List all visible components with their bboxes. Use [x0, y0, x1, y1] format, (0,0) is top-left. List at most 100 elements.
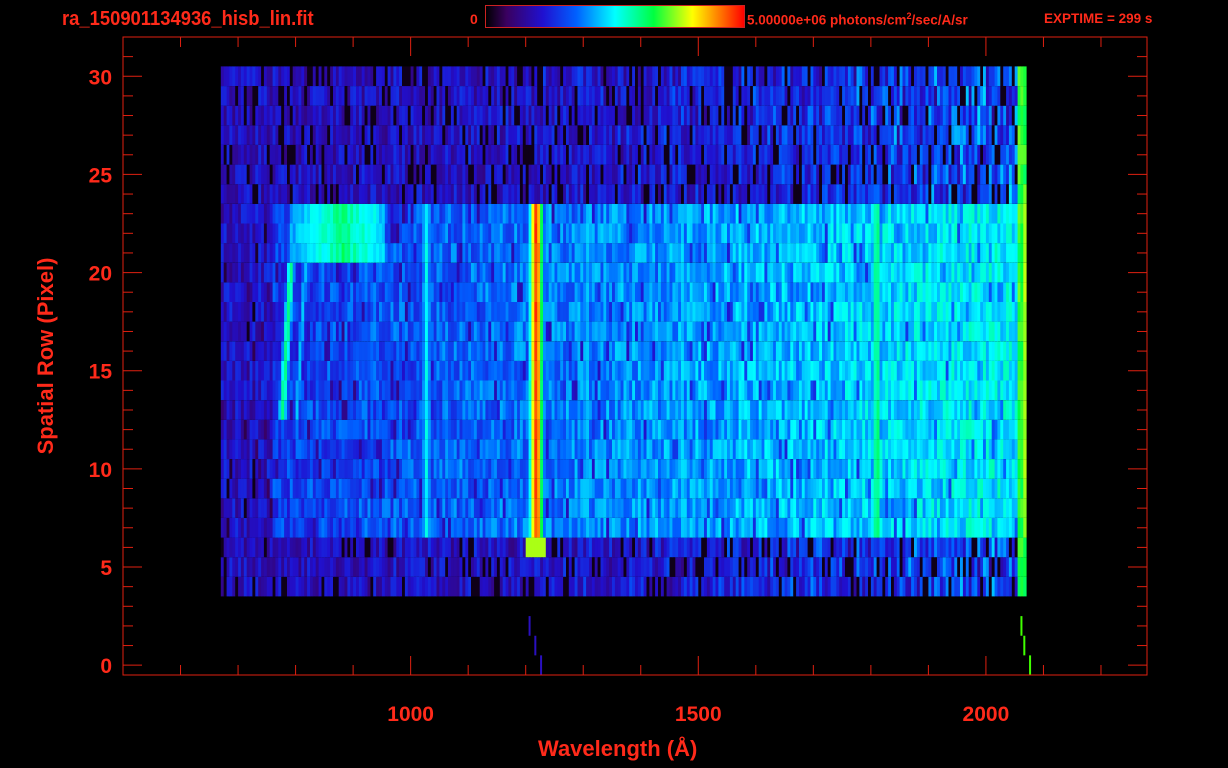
heatmap-cell — [824, 576, 829, 597]
heatmap-cell — [669, 498, 673, 518]
heatmap-cell — [338, 380, 342, 401]
heatmap-cell — [551, 400, 555, 420]
heatmap-cell — [485, 537, 489, 558]
heatmap-cell — [807, 321, 811, 342]
heatmap-cell — [496, 302, 501, 322]
heatmap-cell — [965, 478, 970, 499]
heatmap-cell — [637, 380, 642, 401]
heatmap-cell — [962, 518, 967, 538]
heatmap-cell — [770, 498, 774, 518]
heatmap-cell — [637, 518, 642, 538]
heatmap-cell — [609, 478, 613, 499]
heatmap-cell — [842, 518, 846, 538]
heatmap-cell — [442, 459, 446, 479]
heatmap-cell — [632, 243, 636, 263]
heatmap-cell — [594, 537, 598, 558]
heatmap-cell — [862, 282, 866, 302]
heatmap-cell — [557, 282, 561, 302]
heatmap-cell — [333, 243, 337, 263]
heatmap-cell — [266, 262, 271, 283]
heatmap-cell — [928, 576, 932, 597]
heatmap-cell — [617, 321, 621, 342]
heatmap-cell — [937, 360, 941, 381]
heatmap-cell — [422, 557, 426, 577]
heatmap-cell — [891, 341, 895, 361]
heatmap-cell — [476, 302, 481, 322]
heatmap-cell — [278, 380, 282, 401]
heatmap-cell — [678, 537, 682, 558]
heatmap-cell — [1023, 557, 1027, 577]
heatmap-cell — [839, 243, 843, 263]
heatmap-cell — [324, 400, 328, 420]
heatmap-cell — [252, 459, 256, 479]
heatmap-cell — [991, 459, 995, 479]
heatmap-cell — [327, 419, 331, 440]
heatmap-cell — [899, 360, 903, 381]
heatmap-cell — [629, 282, 633, 302]
heatmap-cell — [643, 360, 647, 381]
heatmap-cell — [793, 498, 797, 518]
heatmap-cell — [410, 380, 414, 401]
heatmap-cell — [502, 518, 506, 538]
heatmap-cell — [727, 302, 731, 322]
heatmap-cell — [353, 282, 357, 302]
heatmap-cell — [928, 262, 932, 283]
heatmap-cell — [715, 576, 719, 597]
heatmap-cell — [977, 341, 981, 361]
heatmap-cell — [266, 419, 271, 440]
heatmap-cell — [623, 341, 627, 361]
heatmap-cell — [905, 518, 909, 538]
heatmap-cell — [902, 321, 906, 342]
heatmap-cell — [338, 243, 342, 263]
heatmap-cell — [522, 302, 527, 322]
heatmap-cell — [448, 518, 452, 538]
heatmap-cell — [721, 498, 725, 518]
heatmap-cell — [353, 537, 357, 558]
heatmap-cell — [698, 360, 702, 381]
heatmap-cell — [873, 439, 877, 459]
heatmap-cell — [865, 262, 869, 283]
heatmap-cell — [324, 341, 328, 361]
heatmap-cell — [410, 243, 414, 263]
heatmap-cell — [399, 262, 403, 283]
heatmap-cell — [637, 498, 642, 518]
heatmap-cell — [344, 360, 348, 381]
heatmap-cell — [862, 419, 866, 440]
heatmap-cell — [292, 262, 296, 283]
heatmap-cell — [459, 518, 463, 538]
heatmap-cell — [911, 459, 915, 479]
heatmap-cell — [637, 360, 642, 381]
heatmap-cell — [646, 360, 650, 381]
heatmap-cell — [425, 518, 429, 538]
heatmap-cell — [939, 360, 944, 381]
heatmap-cell — [778, 419, 783, 440]
heatmap-cell — [356, 302, 360, 322]
heatmap-cell — [496, 282, 501, 302]
heatmap-cell — [658, 341, 662, 361]
heatmap-cell — [229, 400, 233, 420]
heatmap-cell — [721, 419, 725, 440]
heatmap-cell — [425, 400, 429, 420]
heatmap-cell — [499, 537, 504, 558]
heatmap-cell — [580, 243, 584, 263]
heatmap-cell — [706, 498, 711, 518]
heatmap-cell — [804, 341, 808, 361]
heatmap-cell — [606, 498, 610, 518]
heatmap-cell — [479, 302, 483, 322]
heatmap-cell — [522, 459, 527, 479]
heatmap-cell — [983, 557, 987, 577]
heatmap-cell — [281, 243, 285, 263]
heatmap-cell — [327, 518, 331, 538]
heatmap-cell — [436, 459, 440, 479]
heatmap-cell — [537, 321, 541, 342]
heatmap-cell — [508, 282, 512, 302]
heatmap-cell — [793, 419, 797, 440]
heatmap-cell — [1011, 518, 1016, 538]
heatmap-cell — [801, 518, 806, 538]
heatmap-cell — [367, 302, 371, 322]
heatmap-cell — [258, 360, 262, 381]
heatmap-cell — [548, 400, 552, 420]
heatmap-cell — [263, 478, 268, 499]
heatmap-cell — [635, 302, 639, 322]
heatmap-cell — [606, 262, 610, 283]
